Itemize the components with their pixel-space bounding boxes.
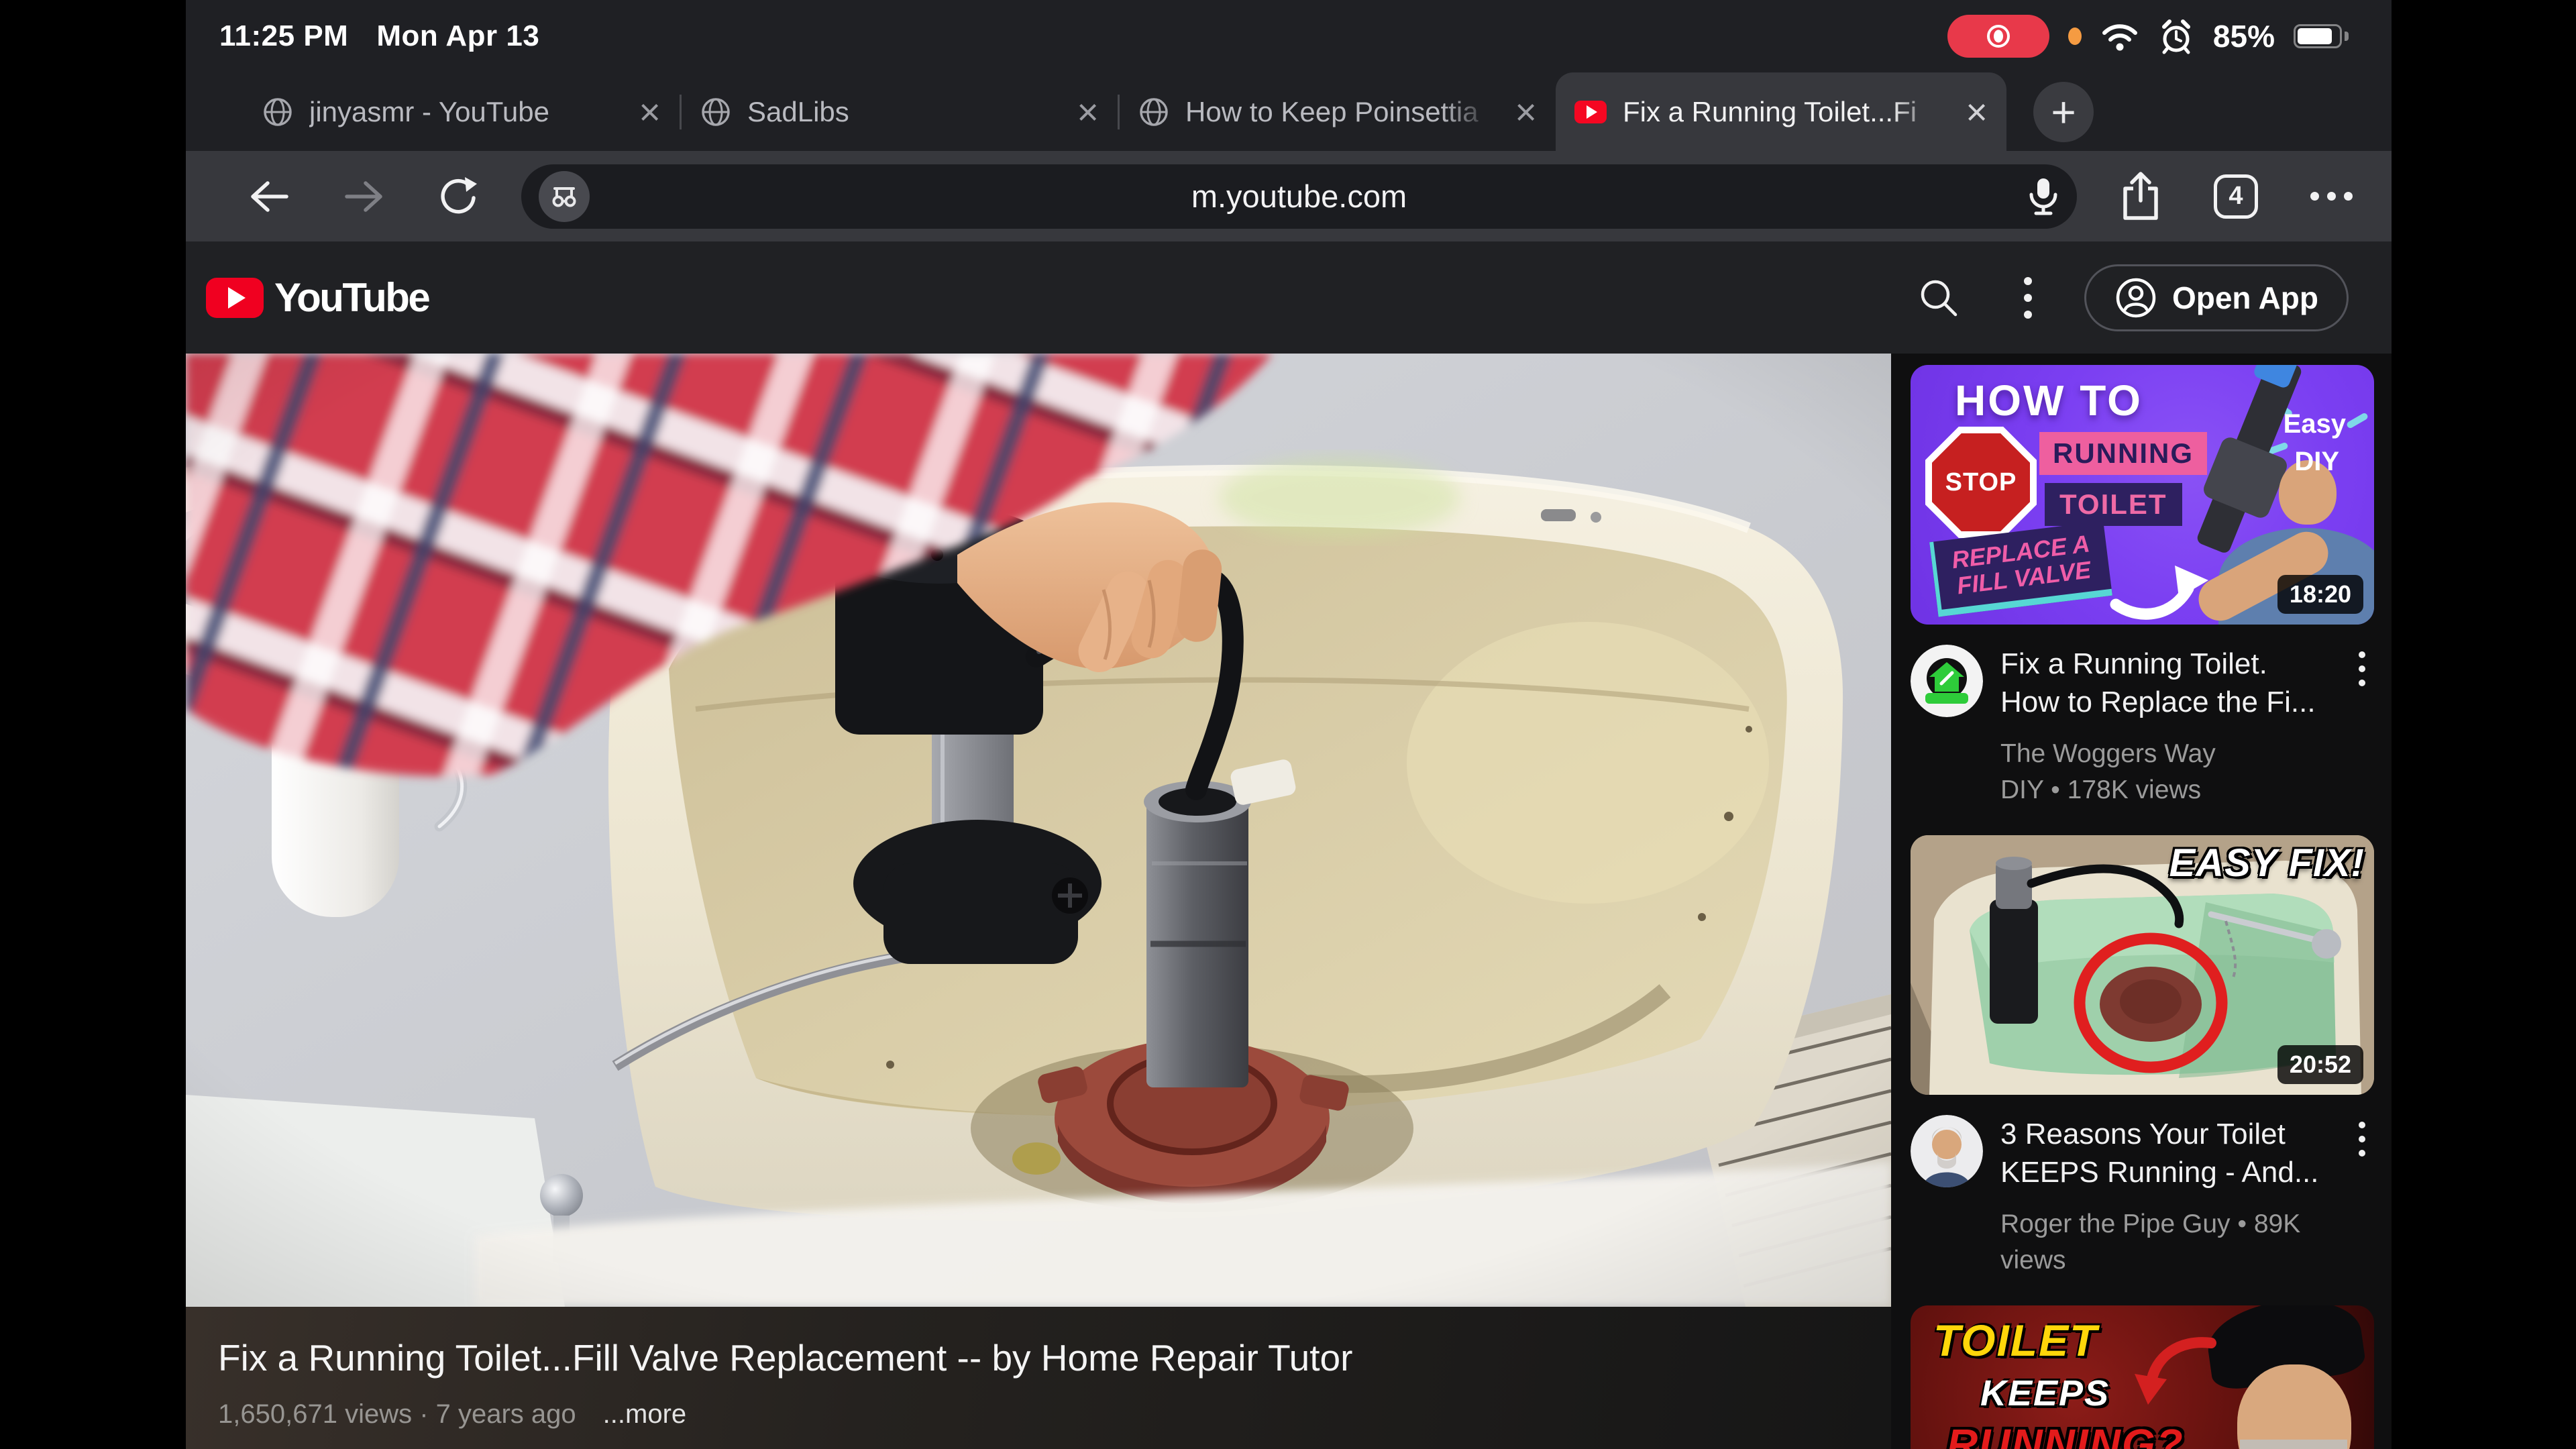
- thumb3-keeps-text: KEEPS: [1980, 1373, 2110, 1414]
- close-icon[interactable]: ×: [1966, 93, 1988, 131]
- video-title: Fix a Running Toilet...Fill Valve Replac…: [218, 1336, 1891, 1379]
- thumb1-toilet-text: TOILET: [2045, 483, 2182, 526]
- related-video-2-meta[interactable]: 3 Reasons Your Toilet KEEPS Running - An…: [1911, 1095, 2374, 1305]
- share-button[interactable]: [2120, 171, 2161, 222]
- tab-fix-running-toilet-active[interactable]: Fix a Running Toilet...Fi ×: [1556, 72, 2006, 151]
- tab-poinsettia[interactable]: How to Keep Poinsettia ×: [1120, 72, 1556, 151]
- battery-icon: [2294, 24, 2349, 48]
- tab-sadlibs[interactable]: SadLibs ×: [682, 72, 1118, 151]
- tab-title: How to Keep Poinsettia: [1185, 96, 1499, 128]
- video-frame-toilet-tank-scene: [186, 354, 1891, 1307]
- channel-avatar[interactable]: [1911, 645, 1983, 717]
- new-tab-button[interactable]: +: [2033, 82, 2094, 142]
- duration-badge: 20:52: [2277, 1045, 2363, 1084]
- open-app-label: Open App: [2172, 280, 2318, 316]
- tab-title: SadLibs: [747, 96, 1061, 128]
- screen-recording-indicator-icon[interactable]: [1947, 15, 2049, 58]
- account-circle-icon: [2114, 276, 2157, 319]
- thumb1-running-text: RUNNING: [2039, 432, 2207, 475]
- related-video-byline: The Woggers Way DIY • 178K views: [2000, 736, 2332, 808]
- woggers-way-logo-icon: [1911, 645, 1983, 717]
- related-video-title: 3 Reasons Your Toilet KEEPS Running - An…: [2000, 1115, 2332, 1191]
- status-date: Mon Apr 13: [376, 19, 539, 53]
- youtube-wordmark: YouTube: [274, 274, 429, 321]
- video-info: Fix a Running Toilet...Fill Valve Replac…: [186, 1307, 1891, 1449]
- search-icon: [1918, 277, 1960, 319]
- sparkle-decoration: [2346, 412, 2369, 429]
- thumb1-howto-text: HOW TO: [1955, 376, 2143, 425]
- red-arrow-graphic: [2132, 1332, 2219, 1406]
- thumb3-man-beard: [2240, 1440, 2347, 1449]
- channel-avatar[interactable]: [1911, 1115, 1983, 1187]
- stop-sign-graphic: STOP: [1925, 427, 2037, 538]
- watch-page: Fix a Running Toilet...Fill Valve Replac…: [186, 354, 2392, 1449]
- url-text: m.youtube.com: [521, 178, 2077, 215]
- video-stats: 1,650,671 views · 7 years ago: [218, 1399, 576, 1430]
- video-kebab-menu-button[interactable]: [2350, 645, 2374, 808]
- tab-title: jinyasmr - YouTube: [309, 96, 623, 128]
- more-menu-button[interactable]: [2310, 192, 2353, 201]
- related-video-1-meta[interactable]: Fix a Running Toilet. How to Replace the…: [1911, 625, 2374, 835]
- tab-overview-button[interactable]: 4: [2214, 174, 2258, 219]
- tab-jinyasmr[interactable]: jinyasmr - YouTube ×: [244, 72, 680, 151]
- roger-pipe-guy-avatar-icon: [1911, 1115, 1983, 1187]
- related-video-byline: Roger the Pipe Guy • 89K views: [2000, 1206, 2332, 1279]
- share-icon: [2120, 171, 2161, 222]
- safari-window: 11:25 PM Mon Apr 13 85%: [186, 0, 2392, 1449]
- duration-badge: 18:20: [2277, 575, 2363, 614]
- reload-button[interactable]: [438, 176, 480, 217]
- back-button[interactable]: [248, 179, 290, 214]
- globe-icon: [1138, 97, 1169, 127]
- thumb1-stop-text: STOP: [1945, 468, 2017, 497]
- search-button[interactable]: [1918, 277, 1960, 319]
- youtube-play-icon: [206, 278, 264, 318]
- youtube-header: YouTube Open App: [186, 241, 2392, 354]
- thumb1-easy-text: Easy: [2284, 409, 2346, 439]
- video-kebab-menu-button[interactable]: [2350, 1115, 2374, 1279]
- tab-count: 4: [2229, 182, 2243, 211]
- status-time: 11:25 PM: [219, 19, 348, 53]
- youtube-logo[interactable]: YouTube: [206, 274, 429, 321]
- related-videos-sidebar: HOW TO STOP RUNNING TOILET REPLACE A FIL…: [1911, 354, 2374, 1449]
- curved-arrow-graphic: [2109, 556, 2210, 621]
- tab-title: Fix a Running Toilet...Fi: [1623, 96, 1949, 128]
- related-thumbnail-3[interactable]: TOILET KEEPS RUNNING?: [1911, 1305, 2374, 1449]
- open-app-button[interactable]: Open App: [2084, 264, 2349, 331]
- thumb1-diy-text: DIY: [2294, 447, 2339, 477]
- thumb3-running-text: RUNNING?: [1947, 1419, 2184, 1449]
- related-thumbnail-2[interactable]: EASY FIX! 20:52: [1911, 835, 2374, 1095]
- microphone-in-use-indicator-icon: [2068, 28, 2082, 45]
- close-icon[interactable]: ×: [1077, 93, 1099, 131]
- related-video-title: Fix a Running Toilet. How to Replace the…: [2000, 645, 2332, 721]
- wifi-icon: [2100, 20, 2139, 52]
- globe-icon: [262, 97, 293, 127]
- forward-button[interactable]: [343, 179, 386, 214]
- record-icon: [1984, 21, 2013, 51]
- video-column: Fix a Running Toilet...Fill Valve Replac…: [186, 354, 1891, 1449]
- header-kebab-menu-button[interactable]: [2024, 277, 2032, 319]
- tab-bar: jinyasmr - YouTube × SadLibs × How to Ke…: [186, 72, 2392, 151]
- address-bar[interactable]: m.youtube.com: [521, 164, 2077, 229]
- vignette: [186, 354, 1891, 1307]
- video-player[interactable]: [186, 354, 1891, 1307]
- thumb3-scene: TOILET KEEPS RUNNING?: [1911, 1305, 2374, 1449]
- close-icon[interactable]: ×: [1515, 93, 1537, 131]
- close-icon[interactable]: ×: [639, 93, 661, 131]
- globe-icon: [700, 97, 731, 127]
- battery-percent: 85%: [2213, 18, 2275, 54]
- youtube-favicon-icon: [1574, 101, 1607, 123]
- related-thumbnail-1[interactable]: HOW TO STOP RUNNING TOILET REPLACE A FIL…: [1911, 365, 2374, 625]
- status-bar: 11:25 PM Mon Apr 13 85%: [186, 0, 2392, 72]
- ipad-screen: 11:25 PM Mon Apr 13 85%: [0, 0, 2576, 1449]
- thumb3-toilet-text: TOILET: [1933, 1315, 2098, 1366]
- thumb2-easy-fix-text: EASY FIX!: [2169, 841, 2365, 885]
- alarm-clock-icon: [2158, 18, 2194, 54]
- more-link[interactable]: ...more: [603, 1399, 686, 1430]
- browser-toolbar: m.youtube.com 4: [186, 151, 2392, 241]
